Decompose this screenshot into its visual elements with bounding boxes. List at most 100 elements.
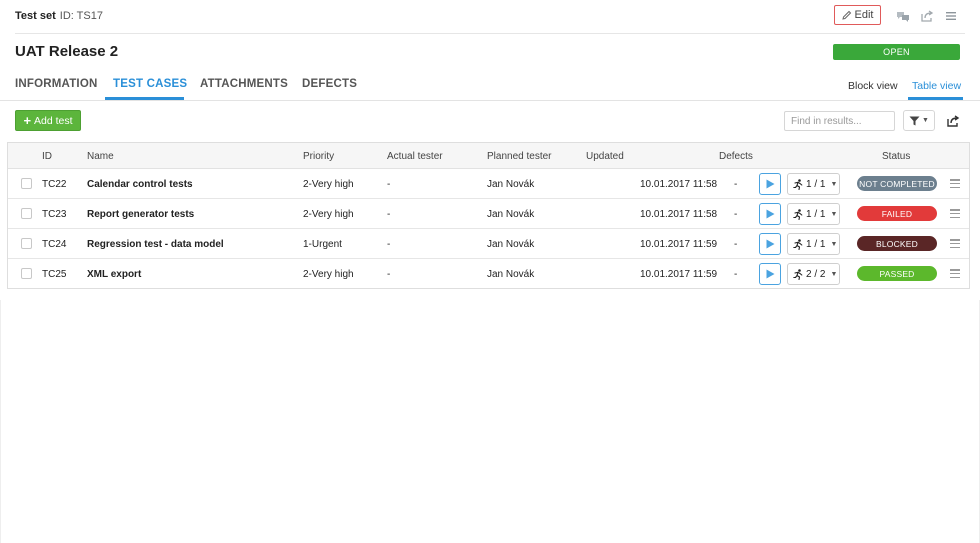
runner-icon [793, 208, 803, 220]
filter-button[interactable]: ▼ [903, 110, 935, 131]
status-badge: NOT COMPLETED [857, 176, 937, 191]
table-row[interactable]: TC22 Calendar control tests 2-Very high … [8, 169, 969, 199]
row-id: TC25 [42, 269, 67, 280]
play-icon [766, 269, 774, 279]
add-test-button[interactable]: + Add test [15, 110, 81, 131]
row-name[interactable]: Report generator tests [87, 209, 194, 220]
row-defects: - [734, 209, 738, 220]
row-planned-tester: Jan Novák [487, 239, 535, 250]
row-checkbox[interactable] [21, 268, 32, 279]
runs-dropdown[interactable]: 1 / 1 ▼ [787, 173, 840, 195]
row-actual-tester: - [387, 239, 391, 250]
play-icon [766, 239, 774, 249]
status-badge: BLOCKED [857, 236, 937, 251]
share-icon[interactable] [920, 9, 934, 23]
row-priority: 2-Very high [303, 269, 354, 280]
table-row[interactable]: TC23 Report generator tests 2-Very high … [8, 199, 969, 229]
search-input[interactable] [784, 111, 895, 131]
row-name[interactable]: XML export [87, 269, 141, 280]
row-priority: 2-Very high [303, 209, 354, 220]
status-badge: PASSED [857, 266, 937, 281]
column-header-updated[interactable]: Updated [586, 151, 624, 162]
row-defects: - [734, 269, 738, 280]
row-updated: 10.01.2017 11:59 [640, 239, 718, 250]
row-planned-tester: Jan Novák [487, 179, 535, 190]
edit-button[interactable]: Edit [834, 5, 881, 25]
row-updated: 10.01.2017 11:58 [640, 179, 718, 190]
column-header-id[interactable]: ID [42, 151, 52, 162]
runs-count: 2 / 2 [806, 268, 826, 280]
row-id: TC23 [42, 209, 67, 220]
play-icon [766, 179, 774, 189]
runs-dropdown[interactable]: 1 / 1 ▼ [787, 233, 840, 255]
pencil-icon [841, 10, 851, 20]
runs-dropdown[interactable]: 1 / 1 ▼ [787, 203, 840, 225]
row-name[interactable]: Regression test - data model [87, 239, 224, 250]
comments-icon[interactable] [896, 9, 910, 23]
row-planned-tester: Jan Novák [487, 209, 535, 220]
row-actual-tester: - [387, 179, 391, 190]
tab-test-cases[interactable]: TEST CASES [113, 78, 187, 90]
tab-defects[interactable]: DEFECTS [302, 78, 357, 90]
runs-count: 1 / 1 [806, 208, 826, 220]
section-label: Test set [15, 10, 56, 22]
row-checkbox[interactable] [21, 238, 32, 249]
active-tab-indicator [105, 97, 184, 100]
column-header-actual-tester[interactable]: Actual tester [387, 151, 443, 162]
row-priority: 2-Very high [303, 179, 354, 190]
run-test-button[interactable] [759, 203, 781, 225]
row-menu-icon[interactable] [950, 239, 960, 248]
chevron-down-icon: ▼ [922, 117, 929, 124]
filter-icon [909, 116, 920, 125]
export-icon[interactable] [946, 114, 960, 128]
row-checkbox[interactable] [21, 208, 32, 219]
run-test-button[interactable] [759, 233, 781, 255]
row-checkbox[interactable] [21, 178, 32, 189]
breadcrumb: Test set ID: TS17 [15, 10, 103, 22]
tab-information[interactable]: INFORMATION [15, 78, 97, 90]
status-badge: OPEN [833, 44, 960, 60]
column-header-name[interactable]: Name [87, 151, 114, 162]
block-view-link[interactable]: Block view [848, 80, 898, 92]
plus-icon: + [23, 113, 32, 128]
table-row[interactable]: TC25 XML export 2-Very high - Jan Novák … [8, 259, 969, 289]
chevron-down-icon: ▼ [830, 240, 838, 248]
runner-icon [793, 178, 803, 190]
menu-icon[interactable] [944, 9, 958, 23]
chevron-down-icon: ▼ [830, 180, 838, 188]
edit-label: Edit [854, 9, 874, 21]
row-defects: - [734, 179, 738, 190]
row-defects: - [734, 239, 738, 250]
row-id: TC24 [42, 239, 67, 250]
runs-count: 1 / 1 [806, 178, 826, 190]
column-header-priority[interactable]: Priority [303, 151, 334, 162]
runner-icon [793, 238, 803, 250]
add-test-label: Add test [34, 114, 73, 127]
row-updated: 10.01.2017 11:59 [640, 269, 718, 280]
row-actual-tester: - [387, 269, 391, 280]
column-header-defects[interactable]: Defects [719, 151, 753, 162]
row-menu-icon[interactable] [950, 269, 960, 278]
run-test-button[interactable] [759, 173, 781, 195]
run-test-button[interactable] [759, 263, 781, 285]
tab-attachments[interactable]: ATTACHMENTS [200, 78, 288, 90]
row-menu-icon[interactable] [950, 209, 960, 218]
row-menu-icon[interactable] [950, 179, 960, 188]
top-bar: Test set ID: TS17 Edit [0, 0, 980, 32]
chevron-down-icon: ▼ [830, 270, 838, 278]
runs-dropdown[interactable]: 2 / 2 ▼ [787, 263, 840, 285]
row-id: TC22 [42, 179, 67, 190]
page-title: UAT Release 2 [15, 43, 119, 60]
row-priority: 1-Urgent [303, 239, 342, 250]
row-updated: 10.01.2017 11:58 [640, 209, 718, 220]
column-header-planned-tester[interactable]: Planned tester [487, 151, 552, 162]
column-header-status[interactable]: Status [882, 151, 910, 162]
row-actual-tester: - [387, 209, 391, 220]
table-header: ID Name Priority Actual tester Planned t… [8, 143, 969, 169]
row-planned-tester: Jan Novák [487, 269, 535, 280]
table-view-link[interactable]: Table view [912, 80, 961, 92]
row-name[interactable]: Calendar control tests [87, 179, 193, 190]
page-edge [0, 300, 1, 543]
table-row[interactable]: TC24 Regression test - data model 1-Urge… [8, 229, 969, 259]
test-set-id: ID: TS17 [59, 10, 103, 22]
